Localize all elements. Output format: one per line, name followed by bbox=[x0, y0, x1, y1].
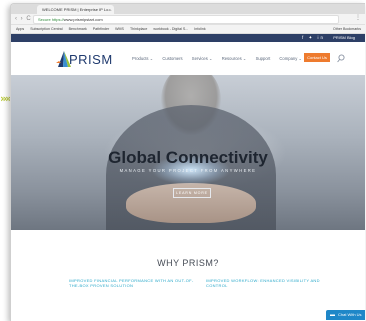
hero-subtitle: MANAGE YOUR PROJECT FROM ANYWHERE bbox=[119, 168, 257, 173]
browser-tab-strip: WELCOME PRISM | Enterprise IP Lo... × bbox=[11, 4, 365, 20]
bookmark-item[interactable]: WMS bbox=[115, 27, 124, 31]
hero-title: Global Connectivity bbox=[108, 148, 268, 167]
learn-more-button[interactable]: LEARN MORE bbox=[173, 188, 211, 198]
nav-item-products[interactable]: Products ⌄ bbox=[132, 56, 153, 61]
search-icon[interactable] bbox=[337, 51, 345, 69]
browser-nav-buttons[interactable]: ‹ › C bbox=[15, 15, 32, 23]
hero-banner: Global Connectivity MANAGE YOUR PROJECT … bbox=[11, 75, 365, 230]
logo-text: PRISM bbox=[69, 52, 113, 67]
bookmark-item[interactable]: Benchmark bbox=[69, 27, 87, 31]
bookmark-item[interactable]: Apps bbox=[16, 27, 24, 31]
browser-tab[interactable]: WELCOME PRISM | Enterprise IP Lo... × bbox=[37, 5, 114, 14]
nav-item-customers[interactable]: Customers bbox=[162, 56, 182, 61]
chat-bubble-icon: ▬ bbox=[330, 312, 335, 318]
site-utility-bar: f ✦ in PRISM Blog bbox=[11, 34, 365, 42]
feature-financial: IMPROVED FINANCIAL PERFORMANCE WITH AN O… bbox=[69, 278, 194, 288]
feature-workflow: IMPROVED WORKFLOW: ENHANCED VISIBILITY A… bbox=[206, 278, 320, 288]
main-nav: Products ⌄ Customers Services ⌄ Resource… bbox=[132, 56, 310, 61]
page-scene: »» WELCOME PRISM | Enterprise IP Lo... ×… bbox=[0, 0, 366, 321]
nav-item-services[interactable]: Services ⌄ bbox=[192, 56, 213, 61]
bookmark-item[interactable]: Pathfinder bbox=[93, 27, 109, 31]
contact-us-button[interactable]: Contact Us bbox=[304, 53, 330, 62]
chat-button[interactable]: ▬ Chat With Us bbox=[326, 310, 365, 320]
chat-label: Chat With Us bbox=[338, 312, 362, 317]
address-bar: ‹ › C Secure https://www.prismipstart.co… bbox=[11, 14, 365, 25]
browser-menu-icon[interactable]: ⋮ bbox=[355, 14, 361, 21]
other-bookmarks[interactable]: Other Bookmarks bbox=[333, 25, 361, 33]
tab-title: WELCOME PRISM | Enterprise IP Lo... bbox=[42, 7, 112, 12]
why-prism-heading: WHY PRISM? bbox=[157, 258, 219, 268]
nav-item-resources[interactable]: Resources ⌄ bbox=[222, 56, 247, 61]
utility-link[interactable]: PRISM Blog bbox=[333, 34, 355, 42]
site-header: PRISM Products ⌄ Customers Services ⌄ Re… bbox=[11, 42, 365, 77]
bookmark-item[interactable]: Subscription Central bbox=[30, 27, 62, 31]
bookmark-item[interactable]: Infolink bbox=[194, 27, 205, 31]
social-icons[interactable]: f ✦ in bbox=[302, 34, 325, 42]
nav-item-support[interactable]: Support bbox=[256, 56, 271, 61]
browser-window: WELCOME PRISM | Enterprise IP Lo... × ‹ … bbox=[10, 3, 365, 321]
nav-item-company[interactable]: Company ⌄ bbox=[279, 56, 302, 61]
url-host: www.prismipstart.com bbox=[63, 17, 103, 22]
bookmark-item[interactable]: workbook - Digital S... bbox=[153, 27, 188, 31]
tab-close-icon[interactable]: × bbox=[109, 5, 111, 14]
url-field[interactable]: Secure https://www.prismipstart.com bbox=[33, 15, 339, 24]
bookmark-item[interactable]: Thinkplace bbox=[130, 27, 147, 31]
decorative-arrows: »» bbox=[0, 92, 12, 105]
url-secure-prefix: Secure https:// bbox=[38, 17, 64, 22]
bookmarks-bar: Apps Subscription Central Benchmark Path… bbox=[11, 25, 365, 34]
